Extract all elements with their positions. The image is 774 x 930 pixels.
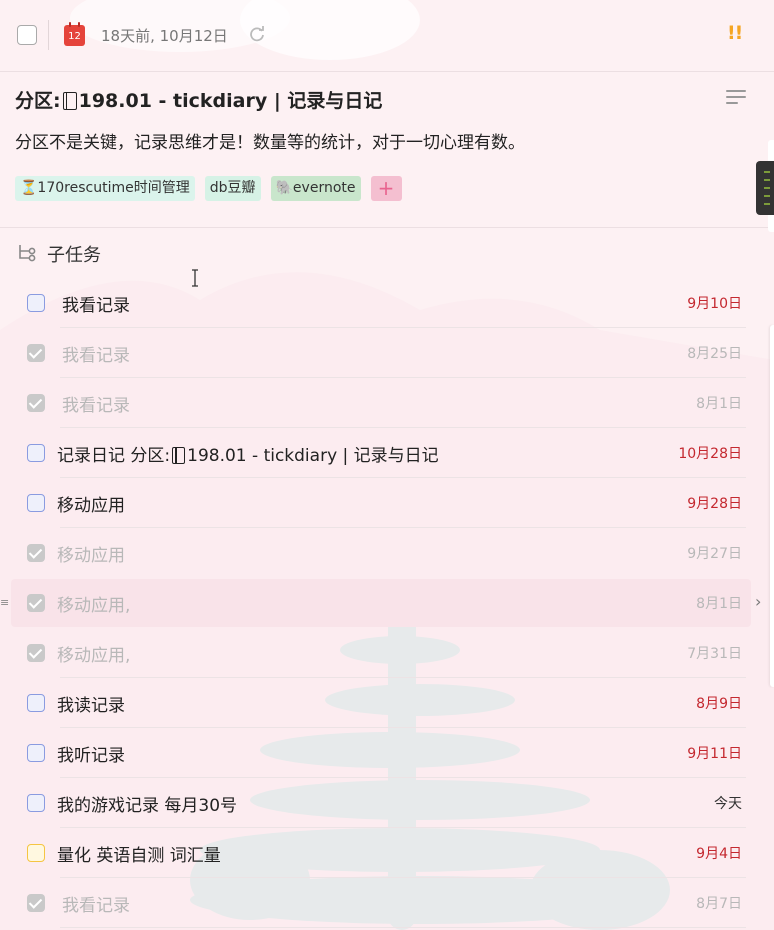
subtask-checkbox[interactable]	[27, 444, 45, 462]
subtask-row[interactable]: 我看记录 8月1日	[0, 378, 774, 428]
calendar-icon[interactable]: 12	[64, 22, 85, 46]
subtask-section-label: 子任务	[47, 245, 101, 266]
subtask-label-suffix: 198.01 - tickdiary | 记录与日记	[187, 446, 439, 466]
list-menu-icon[interactable]	[726, 90, 746, 106]
side-widget-handle[interactable]	[756, 161, 774, 215]
add-tag-button[interactable]: +	[370, 176, 402, 201]
subtask-row[interactable]: 我听记录 9月11日	[0, 728, 774, 778]
subtask-date[interactable]: 8月25日	[687, 343, 742, 363]
subtask-checkbox[interactable]	[27, 744, 45, 762]
subtask-checkbox[interactable]	[27, 294, 45, 312]
divider	[0, 227, 774, 228]
subtask-label[interactable]: 记录日记 分区: 198.01 - tickdiary | 记录与日记	[57, 441, 439, 466]
divider	[48, 20, 49, 50]
notebook-icon	[172, 447, 186, 464]
subtask-row[interactable]: 我读记录 8月9日	[0, 678, 774, 728]
subtask-row[interactable]: 记录日记 分区: 198.01 - tickdiary | 记录与日记 10月28…	[0, 428, 774, 478]
task-complete-checkbox[interactable]	[17, 25, 37, 45]
subtask-label[interactable]: 我看记录	[62, 891, 130, 916]
subtask-checkbox[interactable]	[27, 794, 45, 812]
subtask-date[interactable]: 8月1日	[696, 593, 742, 613]
subtask-label[interactable]: 移动应用	[57, 541, 125, 566]
subtask-label[interactable]: 我读记录	[57, 691, 125, 716]
subtask-checkbox-checked[interactable]	[27, 894, 45, 912]
subtask-checkbox[interactable]	[27, 694, 45, 712]
subtask-label[interactable]: 我看记录	[62, 291, 130, 316]
subtask-checkbox-checked[interactable]	[27, 594, 45, 612]
subtask-row[interactable]: 我看记录 9月10日	[0, 278, 774, 328]
tag-douban[interactable]: db豆瓣	[204, 176, 261, 201]
subtask-row[interactable]: 我的游戏记录 每月30号 今天	[0, 778, 774, 828]
subtask-date[interactable]: 10月28日	[678, 443, 742, 463]
subtask-label[interactable]: 量化 英语自测 词汇量	[57, 841, 221, 866]
task-title-row: 分区: 198.01 - tickdiary | 记录与日记	[15, 86, 755, 114]
subtask-checkbox-checked[interactable]	[27, 544, 45, 562]
subtask-date[interactable]: 9月10日	[687, 293, 742, 313]
subtask-label[interactable]: 我看记录	[62, 391, 130, 416]
subtask-label[interactable]: 移动应用	[57, 491, 125, 516]
subtask-row[interactable]: 我看记录 8月25日	[0, 328, 774, 378]
subtask-label[interactable]: 移动应用,	[57, 591, 130, 616]
calendar-day: 12	[68, 31, 81, 42]
subtask-label[interactable]: 我听记录	[57, 741, 125, 766]
task-description[interactable]: 分区不是关键，记录思维才是！数量等的统计，对于一切心理有数。	[15, 128, 525, 153]
subtask-checkbox-checked[interactable]	[27, 394, 45, 412]
chevron-right-icon[interactable]: ›	[755, 592, 761, 611]
subtask-date[interactable]: 今天	[714, 793, 742, 813]
subtask-date[interactable]: 8月9日	[696, 693, 742, 713]
subtask-row[interactable]: 移动应用, 7月31日	[0, 628, 774, 678]
subtask-date[interactable]: 8月1日	[696, 393, 742, 413]
subtask-date[interactable]: 9月11日	[687, 743, 742, 763]
tag-rescutime[interactable]: ⏳170rescutime时间管理	[15, 176, 195, 201]
task-detail-header: 12 18天前, 10月12日 !!	[0, 0, 774, 72]
subtask-date[interactable]: 8月7日	[696, 893, 742, 913]
subtask-checkbox-checked[interactable]	[27, 644, 45, 662]
side-panel-edge	[770, 325, 774, 687]
drag-handle-icon[interactable]: ≡	[0, 596, 9, 609]
subtask-date[interactable]: 7月31日	[687, 643, 742, 663]
subtask-row[interactable]: 移动应用 9月28日	[0, 478, 774, 528]
subtask-date[interactable]: 9月28日	[687, 493, 742, 513]
subtask-tree-icon	[19, 245, 36, 262]
subtask-date[interactable]: 9月4日	[696, 843, 742, 863]
due-date-text[interactable]: 18天前, 10月12日	[101, 25, 228, 46]
subtask-label[interactable]: 我看记录	[62, 341, 130, 366]
subtask-row[interactable]: 量化 英语自测 词汇量 9月4日	[0, 828, 774, 878]
priority-icon[interactable]: !!	[727, 22, 743, 44]
subtask-label[interactable]: 移动应用,	[57, 641, 130, 666]
subtask-label[interactable]: 我的游戏记录 每月30号	[57, 791, 237, 816]
subtask-row[interactable]: 移动应用 9月27日	[0, 528, 774, 578]
subtask-date[interactable]: 9月27日	[687, 543, 742, 563]
tag-evernote[interactable]: 🐘evernote	[270, 176, 361, 201]
title-prefix: 分区:	[15, 90, 61, 112]
repeat-icon[interactable]	[248, 25, 266, 43]
task-title[interactable]: 分区: 198.01 - tickdiary | 记录与日记	[15, 86, 755, 113]
tag-list: ⏳170rescutime时间管理 db豆瓣 🐘evernote +	[15, 176, 402, 201]
subtask-row[interactable]: 我看记录 8月7日	[0, 878, 774, 928]
subtask-row-hovered[interactable]: ≡ 移动应用, 8月1日 ›	[0, 578, 774, 628]
notebook-icon	[62, 92, 77, 110]
subtask-checkbox-priority[interactable]	[27, 844, 45, 862]
subtask-checkbox[interactable]	[27, 494, 45, 512]
subtask-checkbox-checked[interactable]	[27, 344, 45, 362]
title-suffix: 198.01 - tickdiary | 记录与日记	[78, 90, 383, 112]
subtask-label-prefix: 记录日记 分区:	[57, 446, 171, 466]
